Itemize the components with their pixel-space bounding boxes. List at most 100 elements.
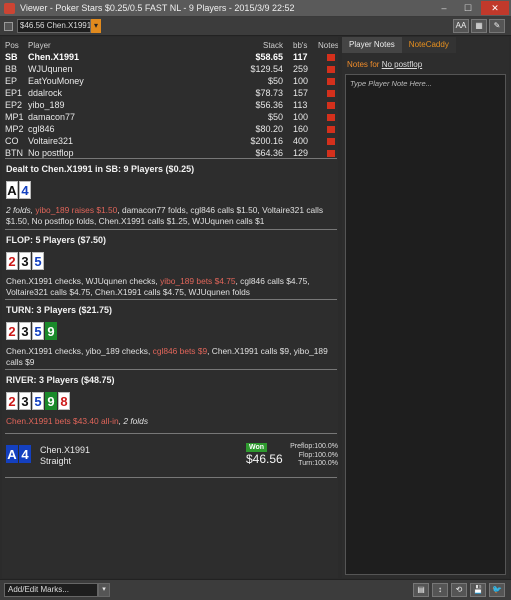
turn-action-text: Chen.X1991 checks, yibo_189 checks, xyxy=(6,346,153,356)
tab-notecaddy[interactable]: NoteCaddy xyxy=(401,37,456,53)
player-row[interactable]: EP1 ddalrock $78.73 157 xyxy=(2,87,338,99)
player-pos: CO xyxy=(5,136,19,146)
river-bet: Chen.X1991 bets $43.40 all-in xyxy=(6,416,119,426)
note-flag-icon[interactable] xyxy=(327,66,335,73)
close-button[interactable]: ✕ xyxy=(481,1,509,15)
notes-for-label: Notes for No postflop xyxy=(347,60,422,69)
divider xyxy=(5,158,337,159)
notes-for-text: Notes for xyxy=(347,60,382,69)
player-pos: MP2 xyxy=(5,124,24,134)
note-flag-icon[interactable] xyxy=(327,54,335,61)
player-stack: $56.36 xyxy=(255,100,283,110)
note-flag-icon[interactable] xyxy=(327,78,335,85)
playing-card: 3 xyxy=(19,252,31,270)
window-title: Viewer - Poker Stars $0.25/0.5 FAST NL -… xyxy=(20,3,295,13)
turn-actions: Chen.X1991 checks, yibo_189 checks, cgl8… xyxy=(6,346,336,368)
player-row[interactable]: BB WJUqunen $129.54 259 xyxy=(2,63,338,75)
river-cards: 23598 xyxy=(6,392,336,410)
app-logo-icon xyxy=(4,2,15,14)
winner-cards: A4 xyxy=(6,445,31,463)
hand-dropdown-button[interactable]: ▾ xyxy=(91,19,101,33)
note-flag-icon[interactable] xyxy=(327,90,335,97)
equity-row: Preflop:100.0% xyxy=(278,443,338,452)
list-icon[interactable]: ▤ xyxy=(413,583,429,597)
preflop-actions: 2 folds, yibo_189 raises $1.50, damacon7… xyxy=(6,205,336,227)
hand-selector[interactable]: $46.56 Chen.X1991 xyxy=(17,19,91,33)
playing-card: 2 xyxy=(6,252,18,270)
player-pos: BB xyxy=(5,64,18,74)
divider xyxy=(5,477,337,478)
player-name: WJUqunen xyxy=(28,64,73,74)
notes-panel: Player Notes NoteCaddy Notes for No post… xyxy=(342,37,509,578)
preflop-action-text: 2 folds, xyxy=(6,205,36,215)
equity-value: 100.0% xyxy=(314,460,338,467)
player-pos: EP2 xyxy=(5,100,23,110)
playing-card: 4 xyxy=(19,445,31,463)
replay-icon[interactable]: ⟲ xyxy=(451,583,467,597)
equity-list: Preflop:100.0% Flop:100.0% Turn:100.0% xyxy=(278,443,338,469)
player-row[interactable]: EP EatYouMoney $50 100 xyxy=(2,75,338,87)
player-row[interactable]: SB Chen.X1991 $58.65 117 xyxy=(2,51,338,63)
equity-label: Turn: xyxy=(298,460,315,467)
hand-history-panel: Pos Player Stack bb's Notes SB Chen.X1991… xyxy=(2,37,338,578)
player-bbs: 160 xyxy=(293,124,309,134)
river-actions: Chen.X1991 bets $43.40 all-in, 2 folds xyxy=(6,416,336,427)
player-row[interactable]: CO Voltaire321 $200.16 400 xyxy=(2,135,338,147)
hand-checkbox[interactable] xyxy=(4,21,13,31)
equity-value: 100.0% xyxy=(314,451,338,459)
preflop-title: Dealt to Chen.X1991 in SB: 9 Players ($0… xyxy=(6,164,195,174)
marks-selector[interactable]: Add/Edit Marks... xyxy=(4,583,98,597)
divider xyxy=(5,433,337,434)
player-stack: $50 xyxy=(267,76,283,86)
note-flag-icon[interactable] xyxy=(327,150,335,157)
river-title: RIVER: 3 Players ($48.75) xyxy=(6,375,115,385)
card-display-icon[interactable]: AA xyxy=(453,19,469,33)
maximize-button[interactable]: ☐ xyxy=(457,1,479,15)
marks-dropdown-button[interactable]: ▾ xyxy=(98,583,110,597)
playing-card: A xyxy=(6,181,18,199)
note-flag-icon[interactable] xyxy=(327,138,335,145)
player-note-input[interactable]: Type Player Note Here... xyxy=(345,74,506,575)
player-pos: MP1 xyxy=(5,112,24,122)
flop-actions: Chen.X1991 checks, WJUqunen checks, yibo… xyxy=(6,276,336,298)
player-bbs: 259 xyxy=(293,64,309,74)
tab-player-notes[interactable]: Player Notes xyxy=(342,37,402,53)
note-flag-icon[interactable] xyxy=(327,114,335,121)
player-stack: $129.54 xyxy=(250,64,283,74)
note-placeholder: Type Player Note Here... xyxy=(350,79,432,88)
won-badge: Won xyxy=(246,443,268,452)
flop-section: FLOP: 5 Players ($7.50) 235 Chen.X1991 c… xyxy=(6,234,336,298)
playing-card: 5 xyxy=(32,392,44,410)
minimize-button[interactable]: – xyxy=(433,1,455,15)
turn-bet: cgl846 bets $9 xyxy=(152,346,208,356)
notes-player-link[interactable]: No postflop xyxy=(382,60,422,69)
player-bbs: 157 xyxy=(293,88,309,98)
player-pos: EP1 xyxy=(5,88,23,98)
twitter-icon[interactable]: 🐦 xyxy=(489,583,505,597)
save-icon[interactable]: 💾 xyxy=(470,583,486,597)
player-pos: EP xyxy=(5,76,18,86)
player-bbs: 400 xyxy=(293,136,309,146)
playing-card: 2 xyxy=(6,322,18,340)
sort-icon[interactable]: ↕ xyxy=(432,583,448,597)
note-flag-icon[interactable] xyxy=(327,126,335,133)
player-bbs: 117 xyxy=(293,52,308,62)
edit-icon[interactable]: ✎ xyxy=(489,19,505,33)
player-row[interactable]: EP2 yibo_189 $56.36 113 xyxy=(2,99,338,111)
player-bbs: 100 xyxy=(293,76,309,86)
grid-icon[interactable]: ▦ xyxy=(471,19,487,33)
equity-label: Flop: xyxy=(298,451,315,459)
player-row[interactable]: MP1 damacon77 $50 100 xyxy=(2,111,338,123)
flop-cards: 235 xyxy=(6,252,336,270)
player-stack: $50 xyxy=(267,112,283,122)
title-bar: Viewer - Poker Stars $0.25/0.5 FAST NL -… xyxy=(0,0,511,17)
turn-cards: 2359 xyxy=(6,322,336,340)
playing-card: 2 xyxy=(6,392,18,410)
note-flag-icon[interactable] xyxy=(327,102,335,109)
winner-info: Chen.X1991 Straight xyxy=(40,445,90,467)
flop-bet: yibo_189 bets $4.75 xyxy=(160,276,236,286)
river-section: RIVER: 3 Players ($48.75) 23598 Chen.X19… xyxy=(6,374,336,427)
players-table-header: Pos Player Stack bb's Notes xyxy=(2,40,338,51)
player-row[interactable]: MP2 cgl846 $80.20 160 xyxy=(2,123,338,135)
playing-card: 5 xyxy=(32,322,44,340)
